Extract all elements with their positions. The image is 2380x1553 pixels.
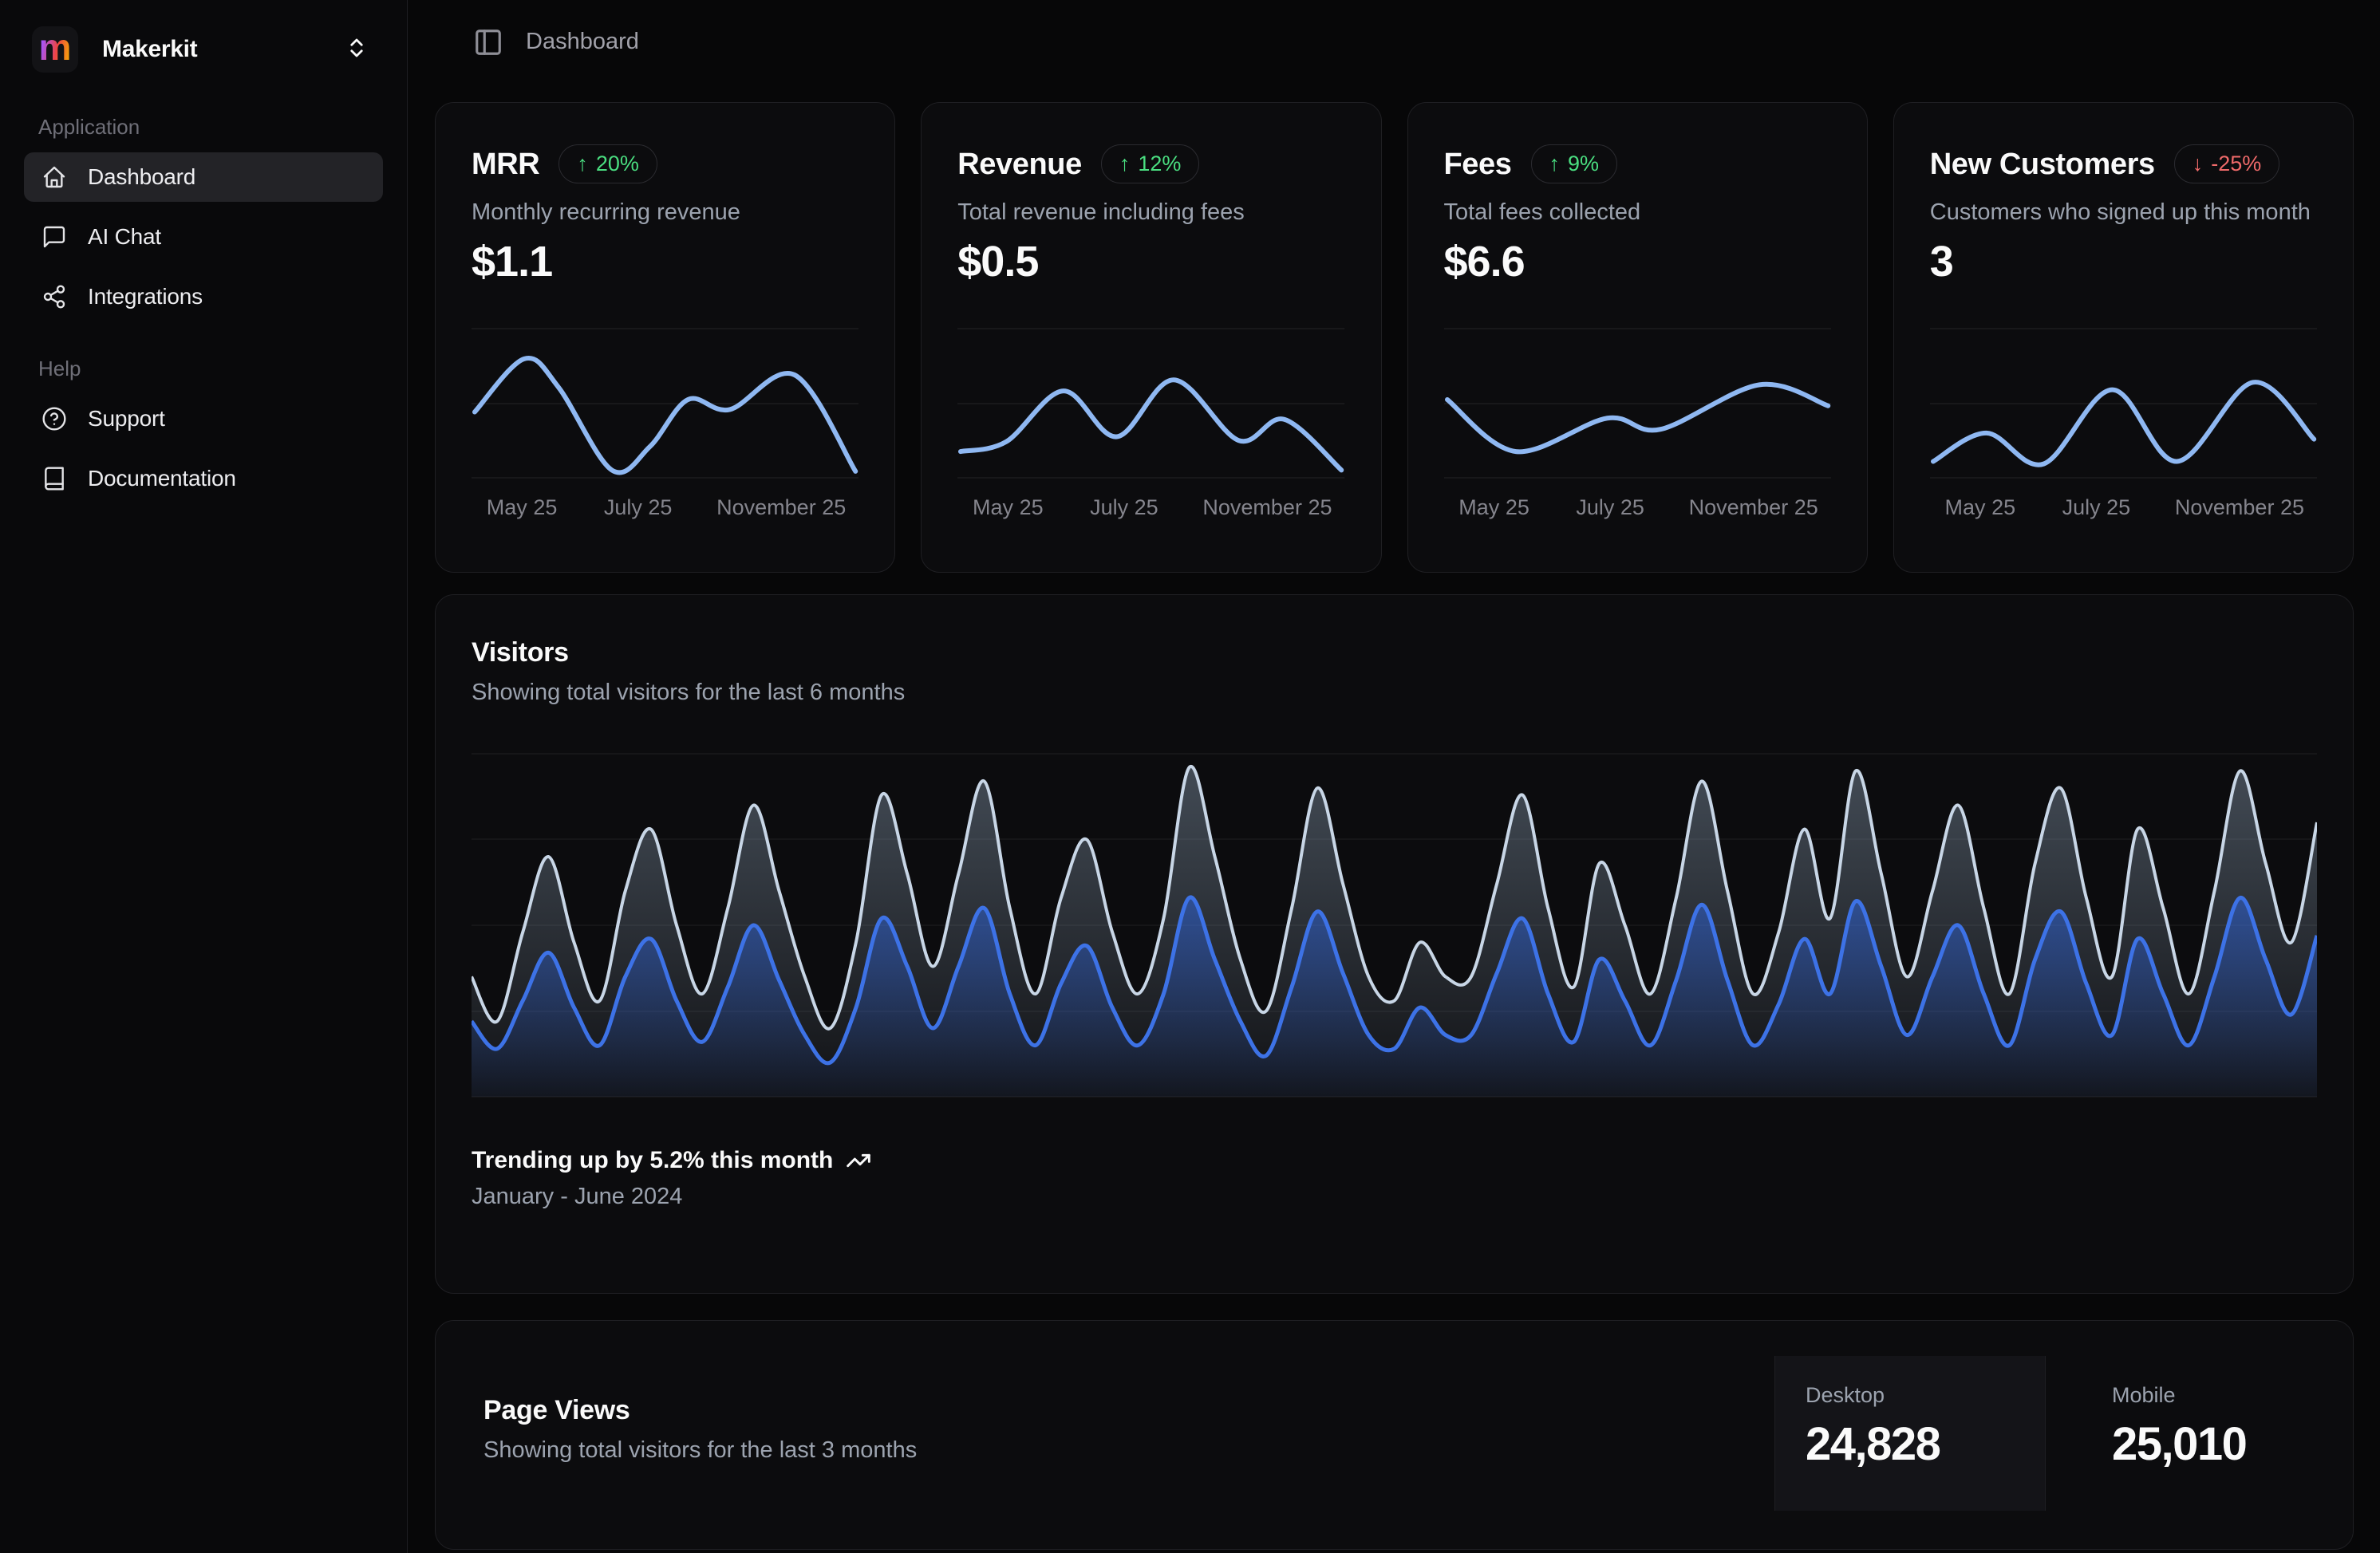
nav-section-label: Help: [38, 357, 383, 381]
home-icon: [41, 164, 67, 190]
sidebar-item-support[interactable]: Support: [24, 394, 383, 443]
x-axis-label: November 25: [2175, 495, 2304, 520]
workspace-selector[interactable]: m Makerkit: [24, 16, 383, 83]
help-icon: [41, 406, 67, 432]
chat-icon: [41, 224, 67, 250]
sidebar: m Makerkit Application Dashboard AI Chat In…: [0, 0, 408, 1553]
sparkline-chart: [472, 328, 858, 484]
stat-card-fees: Fees ↑ 9% Total fees collected $6.6 May 25 Jul…: [1407, 102, 1868, 573]
x-axis-label: May 25: [1945, 495, 2016, 520]
x-axis-label: May 25: [973, 495, 1044, 520]
trend-badge: ↑ 12%: [1101, 144, 1200, 183]
stat-card-title: MRR: [472, 147, 539, 182]
visitors-card: Visitors Showing total visitors for the …: [435, 594, 2354, 1294]
page-views-stat-value: 25,010: [2112, 1417, 2353, 1471]
arrow-up-icon: ↑: [577, 152, 588, 176]
workspace-name: Makerkit: [102, 36, 197, 63]
sidebar-item-integrations[interactable]: Integrations: [24, 272, 383, 321]
x-axis-label: November 25: [1202, 495, 1332, 520]
arrow-down-icon: ↓: [2193, 152, 2204, 176]
sparkline-x-labels: May 25 July 25 November 25: [1444, 495, 1831, 527]
trend-badge-value: 9%: [1568, 152, 1599, 176]
stat-card-value: $6.6: [1444, 238, 1831, 285]
stat-card-subtitle: Total revenue including fees: [957, 199, 1344, 226]
book-icon: [41, 466, 67, 491]
main-content: Dashboard MRR ↑ 20% Monthly recurring reven…: [408, 0, 2380, 1553]
sidebar-item-label: Dashboard: [88, 164, 195, 190]
sidebar-item-label: AI Chat: [88, 224, 161, 250]
stat-cards-row: MRR ↑ 20% Monthly recurring revenue $1.1 May …: [435, 102, 2354, 573]
page-views-stat-value: 24,828: [1806, 1417, 2045, 1471]
nav-section-label: Application: [38, 115, 383, 140]
breadcrumb: Dashboard: [526, 29, 639, 55]
trend-badge: ↑ 9%: [1531, 144, 1618, 183]
x-axis-label: July 25: [1576, 495, 1644, 520]
sparkline-chart: [1444, 328, 1831, 484]
makerkit-logo: m: [32, 26, 78, 73]
page-views-toggle-mobile[interactable]: Mobile 25,010: [2082, 1356, 2353, 1511]
sidebar-item-dashboard[interactable]: Dashboard: [24, 152, 383, 202]
stat-card-title: New Customers: [1930, 147, 2155, 182]
visitors-chart: [472, 746, 2317, 1101]
x-axis-label: May 25: [487, 495, 558, 520]
sidebar-item-label: Documentation: [88, 466, 236, 491]
stat-card-subtitle: Total fees collected: [1444, 199, 1831, 226]
arrow-up-icon: ↑: [1119, 152, 1131, 176]
visitors-trend-text: Trending up by 5.2% this month: [472, 1147, 833, 1174]
visitors-trend-line: Trending up by 5.2% this month: [472, 1147, 2317, 1174]
arrow-up-icon: ↑: [1549, 152, 1561, 176]
stat-card-title: Fees: [1444, 147, 1512, 182]
sidebar-item-documentation[interactable]: Documentation: [24, 454, 383, 503]
chevrons-up-down-icon: [345, 36, 369, 64]
trend-badge-value: 20%: [596, 152, 639, 176]
stat-card-value: $1.1: [472, 238, 858, 285]
logo-letter: m: [39, 29, 72, 65]
x-axis-label: November 25: [1689, 495, 1818, 520]
stat-card-subtitle: Customers who signed up this month: [1930, 199, 2317, 226]
x-axis-label: July 25: [1090, 495, 1158, 520]
sidebar-item-ai-chat[interactable]: AI Chat: [24, 212, 383, 262]
page-views-title: Page Views: [483, 1394, 917, 1426]
x-axis-label: July 25: [604, 495, 673, 520]
page-views-stat-label: Desktop: [1806, 1383, 2045, 1408]
page-views-toggle-desktop[interactable]: Desktop 24,828: [1774, 1356, 2046, 1511]
trend-badge: ↑ 20%: [558, 144, 657, 183]
sidebar-item-label: Integrations: [88, 284, 203, 309]
page-views-stat-label: Mobile: [2112, 1383, 2353, 1408]
sparkline-chart: [1930, 328, 2317, 484]
page-views-stats: Desktop 24,828 Mobile 25,010: [1774, 1356, 2353, 1511]
sparkline-chart: [957, 328, 1344, 484]
sparkline-x-labels: May 25 July 25 November 25: [957, 495, 1344, 527]
visitors-subtitle: Showing total visitors for the last 6 mo…: [472, 680, 2317, 706]
stat-card-title: Revenue: [957, 147, 1082, 182]
trend-badge-value: 12%: [1138, 152, 1181, 176]
stat-card-revenue: Revenue ↑ 12% Total revenue including fees $…: [921, 102, 1381, 573]
stat-card-value: $0.5: [957, 238, 1344, 285]
sidebar-nav: Application Dashboard AI Chat Integrations H…: [24, 115, 383, 503]
stat-card-value: 3: [1930, 238, 2317, 285]
page-views-card: Page Views Showing total visitors for th…: [435, 1320, 2354, 1550]
visitors-date-range: January - June 2024: [472, 1184, 2317, 1210]
stat-card-mrr: MRR ↑ 20% Monthly recurring revenue $1.1 May …: [435, 102, 895, 573]
sparkline-x-labels: May 25 July 25 November 25: [1930, 495, 2317, 527]
x-axis-label: May 25: [1458, 495, 1529, 520]
stat-card-subtitle: Monthly recurring revenue: [472, 199, 858, 226]
page-views-subtitle: Showing total visitors for the last 3 mo…: [483, 1437, 917, 1464]
sparkline-x-labels: May 25 July 25 November 25: [472, 495, 858, 527]
topbar: Dashboard: [408, 0, 2380, 84]
x-axis-label: November 25: [716, 495, 846, 520]
visitors-title: Visitors: [472, 637, 2317, 668]
trending-up-icon: [846, 1148, 871, 1173]
trend-badge-value: -25%: [2211, 152, 2261, 176]
share-icon: [41, 284, 67, 309]
sidebar-item-label: Support: [88, 406, 165, 432]
trend-badge: ↓ -25%: [2174, 144, 2280, 183]
x-axis-label: July 25: [2062, 495, 2131, 520]
stat-card-new-customers: New Customers ↓ -25% Customers who signed u…: [1893, 102, 2354, 573]
panel-left-icon[interactable]: [473, 27, 503, 57]
